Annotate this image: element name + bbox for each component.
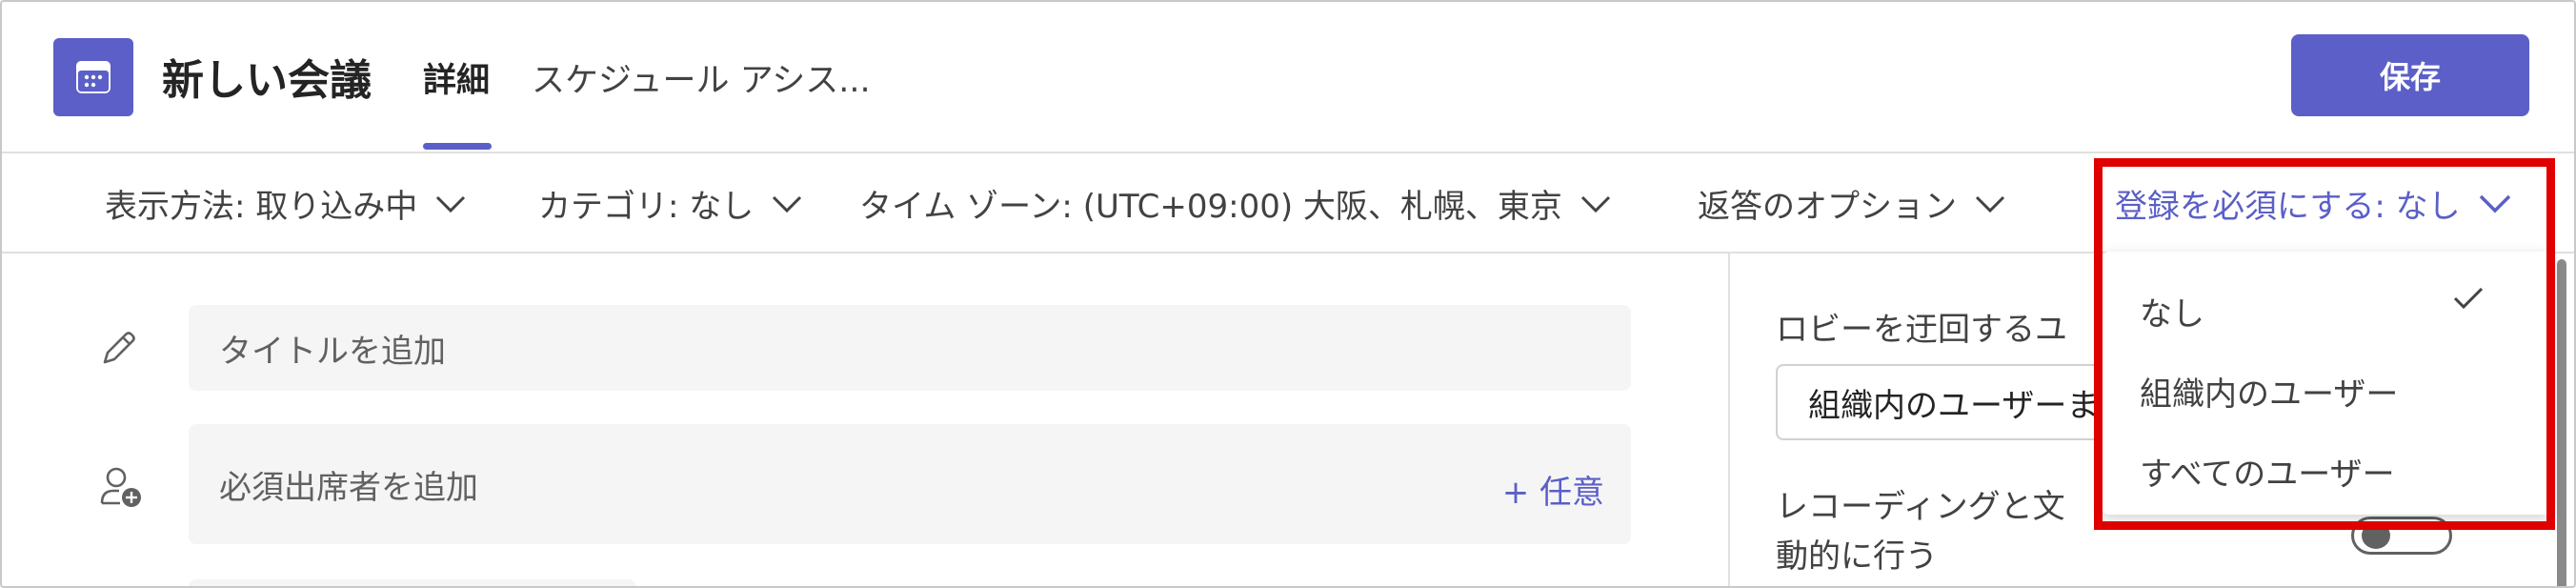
title-input-placeholder: タイトルを追加 xyxy=(219,332,446,371)
recording-label: レコーディングと文 xyxy=(1776,488,2065,526)
checkmark-icon xyxy=(2452,286,2485,314)
lobby-bypass-label: ロビーを迂回するユ xyxy=(1776,311,2067,349)
meeting-options-bar: 表示方法: 取り込み中 カテゴリ: なし タイム ゾーン: (UTC+09:00… xyxy=(2,154,2574,252)
response-options-dropdown[interactable]: 返答のオプション xyxy=(1698,180,2006,227)
chevron-down-icon xyxy=(434,194,467,213)
add-person-icon xyxy=(97,463,145,515)
category-dropdown[interactable]: カテゴリ: なし xyxy=(538,180,803,227)
chevron-down-icon xyxy=(1974,194,2006,213)
chevron-down-icon xyxy=(2478,193,2512,214)
require-registration-dropdown[interactable]: 登録を必須にする: なし xyxy=(2115,180,2512,227)
panel-divider xyxy=(1728,252,1730,586)
require-registration-label: 登録を必須にする: なし xyxy=(2115,188,2461,226)
lobby-bypass-value: 組織内のユーザーま xyxy=(1808,386,2100,425)
next-field[interactable] xyxy=(189,579,636,586)
timezone-label: タイム ゾーン: (UTC+09:00) 大阪、札幌、東京 xyxy=(859,188,1562,226)
show-as-dropdown[interactable]: 表示方法: 取り込み中 xyxy=(105,180,467,227)
required-attendees-placeholder: 必須出席者を追加 xyxy=(219,468,478,507)
registration-dropdown-menu: なし 組織内のユーザー すべてのユーザー xyxy=(2102,252,2551,515)
recording-label-continued: 動的に行う xyxy=(1776,537,1938,576)
meeting-window: 新しい会議 詳細 スケジュール アシス... 保存 表示方法: 取り込み中 カテ… xyxy=(0,0,2576,588)
save-button[interactable]: 保存 xyxy=(2291,34,2529,116)
header-divider xyxy=(2,152,2574,153)
title-input[interactable]: タイトルを追加 xyxy=(189,305,1631,391)
tab-scheduling-assistant[interactable]: スケジュール アシス... xyxy=(532,53,871,102)
response-options-label: 返答のオプション xyxy=(1698,188,1957,226)
tab-details[interactable]: 詳細 xyxy=(423,53,490,102)
scrollbar[interactable] xyxy=(2557,259,2566,586)
page-title: 新しい会議 xyxy=(162,56,372,105)
timezone-dropdown[interactable]: タイム ゾーン: (UTC+09:00) 大阪、札幌、東京 xyxy=(859,180,1612,227)
calendar-icon xyxy=(53,38,133,116)
header: 新しい会議 詳細 スケジュール アシス... 保存 xyxy=(2,2,2574,152)
category-label: カテゴリ: なし xyxy=(538,188,755,226)
add-optional-attendees-link[interactable]: + 任意 xyxy=(1502,466,1604,513)
tab-selected-indicator xyxy=(423,143,492,150)
option-all-users[interactable]: すべてのユーザー xyxy=(2140,448,2395,495)
recording-toggle[interactable] xyxy=(2351,517,2452,555)
option-none[interactable]: なし xyxy=(2140,288,2204,335)
required-attendees-input[interactable]: 必須出席者を追加 + 任意 xyxy=(189,424,1631,544)
show-as-label: 表示方法: 取り込み中 xyxy=(105,188,418,226)
option-org-users[interactable]: 組織内のユーザー xyxy=(2140,368,2398,415)
chevron-down-icon xyxy=(771,194,803,213)
chevron-down-icon xyxy=(1580,194,1612,213)
pencil-icon xyxy=(97,326,141,374)
